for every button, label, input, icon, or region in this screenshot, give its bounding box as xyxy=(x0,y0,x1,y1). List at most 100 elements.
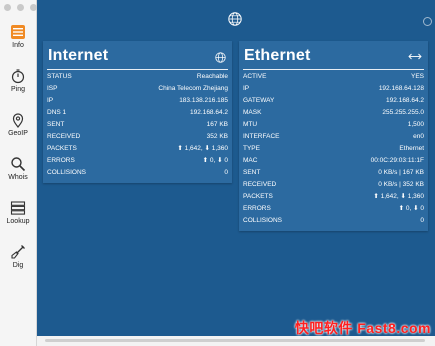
sidebar-item-geoip[interactable]: GeoIP xyxy=(0,112,36,137)
info-key: COLLISIONS xyxy=(243,216,283,224)
info-row: INTERFACE en0 xyxy=(243,130,424,142)
info-value: 183.138.216.185 xyxy=(179,96,228,104)
info-row: PACKETS ⬆ 1,642, ⬇ 1,360 xyxy=(243,190,424,202)
shovel-icon xyxy=(11,245,25,259)
sidebar: Info Ping GeoIP Whois Lookup Dig xyxy=(0,0,37,346)
info-row: ERRORS ⬆ 0, ⬇ 0 xyxy=(243,202,424,214)
info-row: ACTIVE YES xyxy=(243,70,424,82)
info-row: GATEWAY 192.168.64.2 xyxy=(243,94,424,106)
sidebar-item-label: Whois xyxy=(8,174,28,181)
sidebar-item-label: GeoIP xyxy=(8,130,28,137)
info-row: SENT 0 KB/s | 167 KB xyxy=(243,166,424,178)
info-key: RECEIVED xyxy=(243,180,277,188)
info-row: TYPE Ethernet xyxy=(243,142,424,154)
info-value: 0 KB/s | 167 KB xyxy=(378,168,424,176)
sidebar-item-label: Info xyxy=(12,42,24,49)
info-key: TYPE xyxy=(243,144,260,152)
info-key: PACKETS xyxy=(243,192,273,200)
info-value: China Telecom Zhejiang xyxy=(158,84,228,92)
info-key: GATEWAY xyxy=(243,96,275,104)
info-key: ERRORS xyxy=(243,204,271,212)
close-window-button[interactable] xyxy=(4,4,11,11)
info-row: ERRORS ⬆ 0, ⬇ 0 xyxy=(47,154,228,166)
info-key: MTU xyxy=(243,120,258,128)
panel-title: Internet xyxy=(48,47,109,64)
sidebar-item-ping[interactable]: Ping xyxy=(0,68,36,93)
info-value: 255.255.255.0 xyxy=(382,108,424,116)
app-window: Info Ping GeoIP Whois Lookup Dig Interne… xyxy=(0,0,435,346)
minimize-window-button[interactable] xyxy=(17,4,24,11)
info-value: 192.168.64.2 xyxy=(190,108,228,116)
magnifier-icon xyxy=(11,157,26,172)
info-row: RECEIVED 0 KB/s | 352 KB xyxy=(243,178,424,190)
bidirectional-arrows-icon xyxy=(408,53,422,60)
info-row: COLLISIONS 0 xyxy=(243,214,424,226)
info-value: 1,500 xyxy=(407,120,424,128)
refresh-icon[interactable] xyxy=(423,17,432,26)
info-key: ERRORS xyxy=(47,156,75,164)
info-row: MTU 1,500 xyxy=(243,118,424,130)
info-key: SENT xyxy=(47,120,65,128)
info-value: 0 KB/s | 352 KB xyxy=(378,180,424,188)
info-key: PACKETS xyxy=(47,144,77,152)
ethernet-info-list: ACTIVE YES IP 192.168.64.128 GATEWAY 192.168.… xyxy=(243,70,424,226)
info-value: ⬆ 0, ⬇ 0 xyxy=(202,157,228,164)
info-row: MAC 00:0C:29:03:11:1F xyxy=(243,154,424,166)
info-key: IP xyxy=(243,84,250,92)
globe-icon xyxy=(215,52,226,63)
internet-info-list: STATUS Reachable ISP China Telecom Zhejiang… xyxy=(47,70,228,178)
zoom-window-button[interactable] xyxy=(30,4,37,11)
window-controls xyxy=(4,4,37,11)
info-value: YES xyxy=(410,72,424,80)
sidebar-item-label: Ping xyxy=(10,86,25,93)
info-key: ISP xyxy=(47,84,58,92)
info-row: ISP China Telecom Zhejiang xyxy=(47,82,228,94)
internet-panel: Internet STATUS Reachable ISP China Telecom… xyxy=(43,41,232,183)
info-key: SENT xyxy=(243,168,261,176)
horizontal-scrollbar[interactable] xyxy=(45,339,425,342)
info-key: MAC xyxy=(243,156,258,164)
info-value: Ethernet xyxy=(399,144,424,152)
info-key: COLLISIONS xyxy=(47,168,87,176)
sidebar-item-dig[interactable]: Dig xyxy=(0,244,36,269)
sidebar-item-lookup[interactable]: Lookup xyxy=(0,200,36,225)
info-value: 167 KB xyxy=(206,120,228,128)
stopwatch-icon xyxy=(11,69,25,84)
info-key: RECEIVED xyxy=(47,132,81,140)
info-value: ⬆ 1,642, ⬇ 1,360 xyxy=(373,193,424,200)
info-row: PACKETS ⬆ 1,642, ⬇ 1,360 xyxy=(47,142,228,154)
info-key: MASK xyxy=(243,108,262,116)
info-list-icon xyxy=(11,25,25,39)
info-row: COLLISIONS 0 xyxy=(47,166,228,178)
info-key: ACTIVE xyxy=(243,72,267,80)
info-value: 0 xyxy=(224,168,228,176)
sidebar-item-info[interactable]: Info xyxy=(0,24,36,49)
info-value: Reachable xyxy=(196,72,228,80)
toolbar xyxy=(37,0,435,38)
info-value: 192.168.64.2 xyxy=(386,96,424,104)
map-pin-icon xyxy=(12,113,24,128)
info-value: 0 xyxy=(420,216,424,224)
panel-title: Ethernet xyxy=(244,47,311,64)
info-row: IP 192.168.64.128 xyxy=(243,82,424,94)
info-key: DNS 1 xyxy=(47,108,67,116)
info-key: IP xyxy=(47,96,54,104)
ethernet-panel: Ethernet ACTIVE YES IP 192.168.64.128 GATEWA… xyxy=(239,41,428,231)
network-globe-icon xyxy=(228,12,242,26)
watermark: 快吧软件 Fast8.com xyxy=(294,320,431,336)
info-row: MASK 255.255.255.0 xyxy=(243,106,424,118)
info-row: STATUS Reachable xyxy=(47,70,228,82)
info-row: IP 183.138.216.185 xyxy=(47,94,228,106)
info-key: INTERFACE xyxy=(243,132,280,140)
info-value: 00:0C:29:03:11:1F xyxy=(370,156,424,164)
info-value: 352 KB xyxy=(206,132,228,140)
server-stack-icon xyxy=(10,201,26,215)
info-row: SENT 167 KB xyxy=(47,118,228,130)
info-value: en0 xyxy=(413,132,424,140)
sidebar-item-label: Dig xyxy=(12,262,24,269)
info-key: STATUS xyxy=(47,72,72,80)
sidebar-item-label: Lookup xyxy=(6,218,30,225)
info-value: ⬆ 0, ⬇ 0 xyxy=(398,205,424,212)
sidebar-item-whois[interactable]: Whois xyxy=(0,156,36,181)
info-row: DNS 1 192.168.64.2 xyxy=(47,106,228,118)
